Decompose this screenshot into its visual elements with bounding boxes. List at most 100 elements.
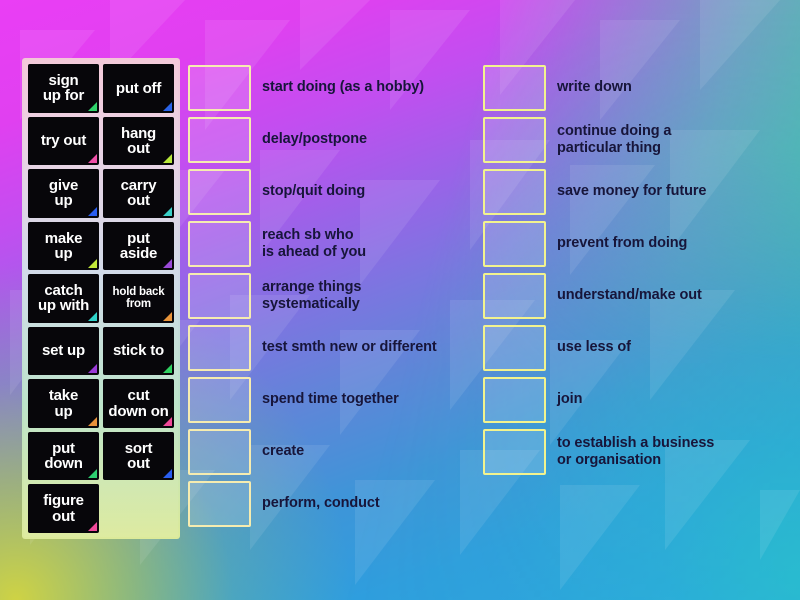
tile-corner-triangle-icon <box>163 311 172 321</box>
word-tile[interactable]: put off <box>103 64 174 113</box>
tile-corner-triangle-icon <box>163 364 172 374</box>
definitions-column-right: write down continue doing a particular th… <box>483 64 783 480</box>
word-tile-label: sign up for <box>42 71 85 105</box>
word-tile-label: take up <box>48 387 79 420</box>
word-tile[interactable]: take up <box>28 379 99 428</box>
definition-left-row: delay/postpone <box>188 116 478 164</box>
word-tile-label: give up <box>48 177 79 210</box>
definition-right-dropzone[interactable] <box>483 377 546 423</box>
definition-right-row: join <box>483 376 783 424</box>
word-tile-empty-slot <box>103 484 174 533</box>
definition-right-dropzone[interactable] <box>483 65 546 111</box>
word-tile[interactable]: carry out <box>103 169 174 218</box>
definition-right-dropzone[interactable] <box>483 221 546 267</box>
word-tile[interactable]: catch up with <box>28 274 99 323</box>
definition-left-row: arrange things systematically <box>188 272 478 320</box>
tile-corner-triangle-icon <box>88 469 97 479</box>
definition-right-dropzone[interactable] <box>483 117 546 163</box>
word-tile[interactable]: sort out <box>103 431 174 481</box>
word-tile-label: put down <box>44 439 83 473</box>
tile-corner-triangle-icon <box>88 364 97 374</box>
definition-left-row: stop/quit doing <box>188 168 478 216</box>
definition-left-dropzone[interactable] <box>188 377 251 423</box>
definition-right-text: join <box>557 391 583 408</box>
definition-right-dropzone[interactable] <box>483 273 546 319</box>
tile-corner-triangle-icon <box>88 416 97 426</box>
tile-corner-triangle-icon <box>163 469 172 479</box>
word-tiles-grid: sign up for put off try out hang out give up… <box>28 64 174 533</box>
definition-right-text: write down <box>557 79 632 96</box>
definition-left-dropzone[interactable] <box>188 221 251 267</box>
definition-left-text: spend time together <box>262 391 399 408</box>
definition-left-text: reach sb who is ahead of you <box>262 226 367 260</box>
definition-right-row: save money for future <box>483 168 783 216</box>
definition-right-dropzone[interactable] <box>483 429 546 475</box>
definitions-column-left: start doing (as a hobby) delay/postpone st… <box>188 64 478 532</box>
word-tile[interactable]: sign up for <box>28 64 99 113</box>
word-tile[interactable]: stick to <box>103 326 174 376</box>
word-tile-label: set up <box>42 342 85 360</box>
definition-left-text: test smth new or different <box>262 339 437 356</box>
definition-right-text: to establish a business or organisation <box>557 434 715 468</box>
definition-left-dropzone[interactable] <box>188 169 251 215</box>
definition-left-text: delay/postpone <box>262 131 367 148</box>
tile-corner-triangle-icon <box>88 522 97 531</box>
definition-left-dropzone[interactable] <box>188 65 251 111</box>
definition-right-text: prevent from doing <box>557 235 688 252</box>
word-tile[interactable]: hang out <box>103 116 174 166</box>
word-tile[interactable]: cut down on <box>103 379 174 428</box>
word-tile-label: hold back from <box>112 286 165 311</box>
definition-left-dropzone[interactable] <box>188 273 251 319</box>
word-tile-label: figure out <box>43 492 84 525</box>
definition-left-text: stop/quit doing <box>262 183 366 200</box>
definition-right-dropzone[interactable] <box>483 325 546 371</box>
word-tile-label: sort out <box>124 439 153 473</box>
definition-right-row: to establish a business or organisation <box>483 428 783 476</box>
definition-left-text: start doing (as a hobby) <box>262 79 424 96</box>
definition-left-dropzone[interactable] <box>188 429 251 475</box>
definition-left-dropzone[interactable] <box>188 481 251 527</box>
tile-corner-triangle-icon <box>163 206 172 216</box>
definition-right-row: write down <box>483 64 783 112</box>
tile-corner-triangle-icon <box>88 311 97 321</box>
definition-right-row: understand/make out <box>483 272 783 320</box>
definition-left-dropzone[interactable] <box>188 325 251 371</box>
word-tile[interactable]: set up <box>28 326 99 376</box>
word-tile-label: stick to <box>113 342 164 360</box>
word-tile[interactable]: put down <box>28 431 99 481</box>
word-tile-label: cut down on <box>108 387 169 420</box>
tile-corner-triangle-icon <box>163 101 172 111</box>
word-tile-label: put off <box>115 79 162 97</box>
definition-left-dropzone[interactable] <box>188 117 251 163</box>
word-tiles-panel: sign up for put off try out hang out give up… <box>22 58 180 539</box>
word-tile[interactable]: put aside <box>103 221 174 271</box>
definition-left-row: test smth new or different <box>188 324 478 372</box>
word-tile[interactable]: figure out <box>28 484 99 533</box>
word-tile-label: carry out <box>120 177 157 210</box>
definition-left-text: perform, conduct <box>262 495 380 512</box>
definition-right-text: use less of <box>557 339 631 356</box>
word-tile[interactable]: hold back from <box>103 274 174 323</box>
tile-corner-triangle-icon <box>163 154 172 164</box>
definition-left-row: start doing (as a hobby) <box>188 64 478 112</box>
tile-corner-triangle-icon <box>88 259 97 269</box>
definition-left-text: arrange things systematically <box>262 278 362 312</box>
word-tile[interactable]: give up <box>28 169 99 218</box>
definition-left-row: create <box>188 428 478 476</box>
tile-corner-triangle-icon <box>163 416 172 426</box>
definition-left-text: create <box>262 443 305 460</box>
word-tile-label: put aside <box>119 229 158 262</box>
tile-corner-triangle-icon <box>88 206 97 216</box>
definition-right-dropzone[interactable] <box>483 169 546 215</box>
word-tile-label: try out <box>40 132 87 150</box>
word-tile[interactable]: make up <box>28 221 99 271</box>
word-tile[interactable]: try out <box>28 116 99 166</box>
definition-right-text: understand/make out <box>557 287 702 304</box>
definition-left-row: perform, conduct <box>188 480 478 528</box>
tile-corner-triangle-icon <box>88 101 97 111</box>
definition-right-row: continue doing a particular thing <box>483 116 783 164</box>
definition-left-row: spend time together <box>188 376 478 424</box>
definition-right-row: prevent from doing <box>483 220 783 268</box>
word-tile-label: make up <box>44 229 83 262</box>
definition-right-text: save money for future <box>557 183 707 200</box>
